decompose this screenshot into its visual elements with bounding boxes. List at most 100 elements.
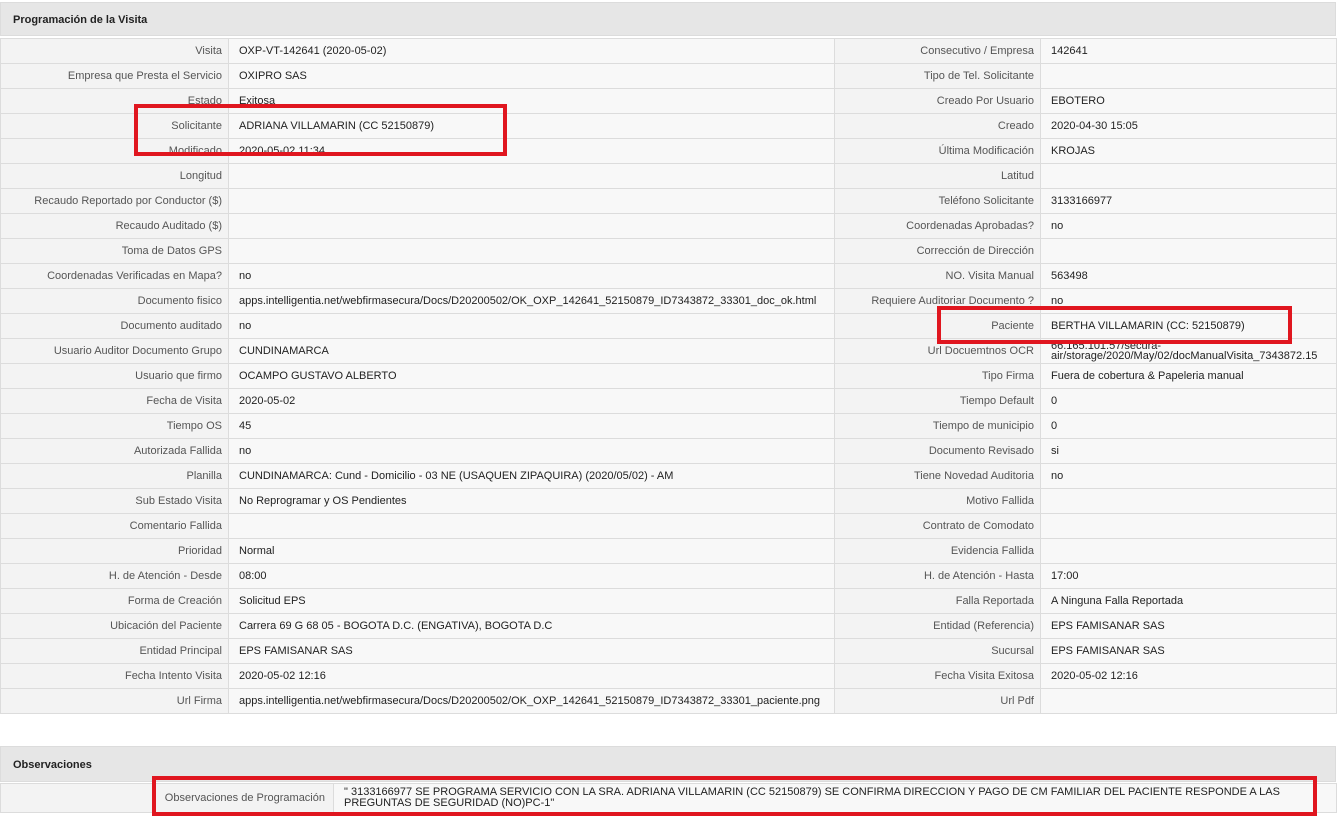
field-label: Longitud	[0, 163, 229, 189]
field-value: EPS FAMISANAR SAS	[228, 638, 835, 664]
field-label: H. de Atención - Hasta	[834, 563, 1041, 589]
field-label: Falla Reportada	[834, 588, 1041, 614]
field-value: no	[228, 313, 835, 339]
table-row: Prioridad Normal Evidencia Fallida	[0, 538, 1337, 564]
field-label: Visita	[0, 38, 229, 64]
field-value: 08:00	[228, 563, 835, 589]
field-label: Documento fisico	[0, 288, 229, 314]
field-value: no	[1040, 213, 1337, 239]
field-value	[228, 213, 835, 239]
field-value: CUNDINAMARCA: Cund - Domicilio - 03 NE (…	[228, 463, 835, 489]
field-value: 2020-05-02 12:16	[1040, 663, 1337, 689]
field-label: Evidencia Fallida	[834, 538, 1041, 564]
field-value: 142641	[1040, 38, 1337, 64]
field-value: EPS FAMISANAR SAS	[1040, 638, 1337, 664]
field-label: Entidad Principal	[0, 638, 229, 664]
table-row: Comentario Fallida Contrato de Comodato	[0, 513, 1337, 539]
field-value: 2020-05-02 12:16	[228, 663, 835, 689]
table-row: Coordenadas Verificadas en Mapa? no NO. Vi…	[0, 263, 1337, 289]
table-row: Recaudo Auditado ($) Coordenadas Aprobada…	[0, 213, 1337, 239]
field-value: no	[1040, 463, 1337, 489]
field-value	[228, 238, 835, 264]
field-label: Ubicación del Paciente	[0, 613, 229, 639]
field-label: Creado	[834, 113, 1041, 139]
table-row: Entidad Principal EPS FAMISANAR SAS Sucurs…	[0, 638, 1337, 664]
field-value: OXP-VT-142641 (2020-05-02)	[228, 38, 835, 64]
field-value: 0	[1040, 413, 1337, 439]
field-label: Documento auditado	[0, 313, 229, 339]
field-value: apps.intelligentia.net/webfirmasecura/Do…	[228, 288, 835, 314]
field-label: Tiempo de municipio	[834, 413, 1041, 439]
field-value: Normal	[228, 538, 835, 564]
field-label: Entidad (Referencia)	[834, 613, 1041, 639]
field-value: Fuera de cobertura & Papeleria manual	[1040, 363, 1337, 389]
field-value	[1040, 513, 1337, 539]
field-value: si	[1040, 438, 1337, 464]
field-label: Contrato de Comodato	[834, 513, 1041, 539]
field-value: 2020-04-30 15:05	[1040, 113, 1337, 139]
field-value	[1040, 63, 1337, 89]
table-row: Fecha de Visita 2020-05-02 Tiempo Default 0	[0, 388, 1337, 414]
field-value	[1040, 238, 1337, 264]
field-label: Fecha Intento Visita	[0, 663, 229, 689]
field-label: Tiene Novedad Auditoria	[834, 463, 1041, 489]
table-row: Sub Estado Visita No Reprogramar y OS Pen…	[0, 488, 1337, 514]
field-label: Planilla	[0, 463, 229, 489]
field-label: Tiempo OS	[0, 413, 229, 439]
field-value: A Ninguna Falla Reportada	[1040, 588, 1337, 614]
field-value: apps.intelligentia.net/webfirmasecura/Do…	[228, 688, 835, 714]
field-label: Comentario Fallida	[0, 513, 229, 539]
field-label: Recaudo Auditado ($)	[0, 213, 229, 239]
field-label: Recaudo Reportado por Conductor ($)	[0, 188, 229, 214]
field-label: Usuario que firmo	[0, 363, 229, 389]
field-label: Coordenadas Aprobadas?	[834, 213, 1041, 239]
field-label: Documento Revisado	[834, 438, 1041, 464]
field-value: EPS FAMISANAR SAS	[1040, 613, 1337, 639]
table-row: Toma de Datos GPS Corrección de Dirección	[0, 238, 1337, 264]
field-value: OXIPRO SAS	[228, 63, 835, 89]
field-value	[228, 188, 835, 214]
field-value: no	[228, 263, 835, 289]
field-label: Fecha Visita Exitosa	[834, 663, 1041, 689]
field-label: Usuario Auditor Documento Grupo	[0, 338, 229, 364]
field-value: Carrera 69 G 68 05 - BOGOTA D.C. (ENGATI…	[228, 613, 835, 639]
field-value: 45	[228, 413, 835, 439]
table-row: Url Firma apps.intelligentia.net/webfirma…	[0, 688, 1337, 714]
field-label: Creado Por Usuario	[834, 88, 1041, 114]
table-row: Longitud Latitud	[0, 163, 1337, 189]
field-value	[1040, 488, 1337, 514]
field-value	[1040, 163, 1337, 189]
field-value: EBOTERO	[1040, 88, 1337, 114]
field-value	[228, 163, 835, 189]
field-value: Solicitud EPS	[228, 588, 835, 614]
field-value: No Reprogramar y OS Pendientes	[228, 488, 835, 514]
field-label: Motivo Fallida	[834, 488, 1041, 514]
table-row: Fecha Intento Visita 2020-05-02 12:16 Fech…	[0, 663, 1337, 689]
field-label: Sucursal	[834, 638, 1041, 664]
table-row: Usuario que firmo OCAMPO GUSTAVO ALBERTO T…	[0, 363, 1337, 389]
field-label: Tipo Firma	[834, 363, 1041, 389]
table-row: Visita OXP-VT-142641 (2020-05-02) Consecut…	[0, 38, 1337, 64]
table-row: Empresa que Presta el Servicio OXIPRO SAS…	[0, 63, 1337, 89]
field-label: Última Modificación	[834, 138, 1041, 164]
highlight-box-solicitante	[134, 104, 507, 156]
table-row: H. de Atención - Desde 08:00 H. de Atenció…	[0, 563, 1337, 589]
field-label: Sub Estado Visita	[0, 488, 229, 514]
field-value: CUNDINAMARCA	[228, 338, 835, 364]
field-label: Url Pdf	[834, 688, 1041, 714]
highlight-box-observaciones	[152, 776, 1317, 816]
field-label: Toma de Datos GPS	[0, 238, 229, 264]
field-label: H. de Atención - Desde	[0, 563, 229, 589]
field-value: KROJAS	[1040, 138, 1337, 164]
table-row: Forma de Creación Solicitud EPS Falla Repo…	[0, 588, 1337, 614]
field-label: NO. Visita Manual	[834, 263, 1041, 289]
field-value	[228, 513, 835, 539]
field-value: 2020-05-02	[228, 388, 835, 414]
section-header-programacion: Programación de la Visita	[0, 2, 1336, 36]
table-row: Ubicación del Paciente Carrera 69 G 68 05…	[0, 613, 1337, 639]
field-value: 3133166977	[1040, 188, 1337, 214]
field-value: no	[228, 438, 835, 464]
field-label: Tipo de Tel. Solicitante	[834, 63, 1041, 89]
field-value	[1040, 538, 1337, 564]
table-row: Tiempo OS 45 Tiempo de municipio 0	[0, 413, 1337, 439]
